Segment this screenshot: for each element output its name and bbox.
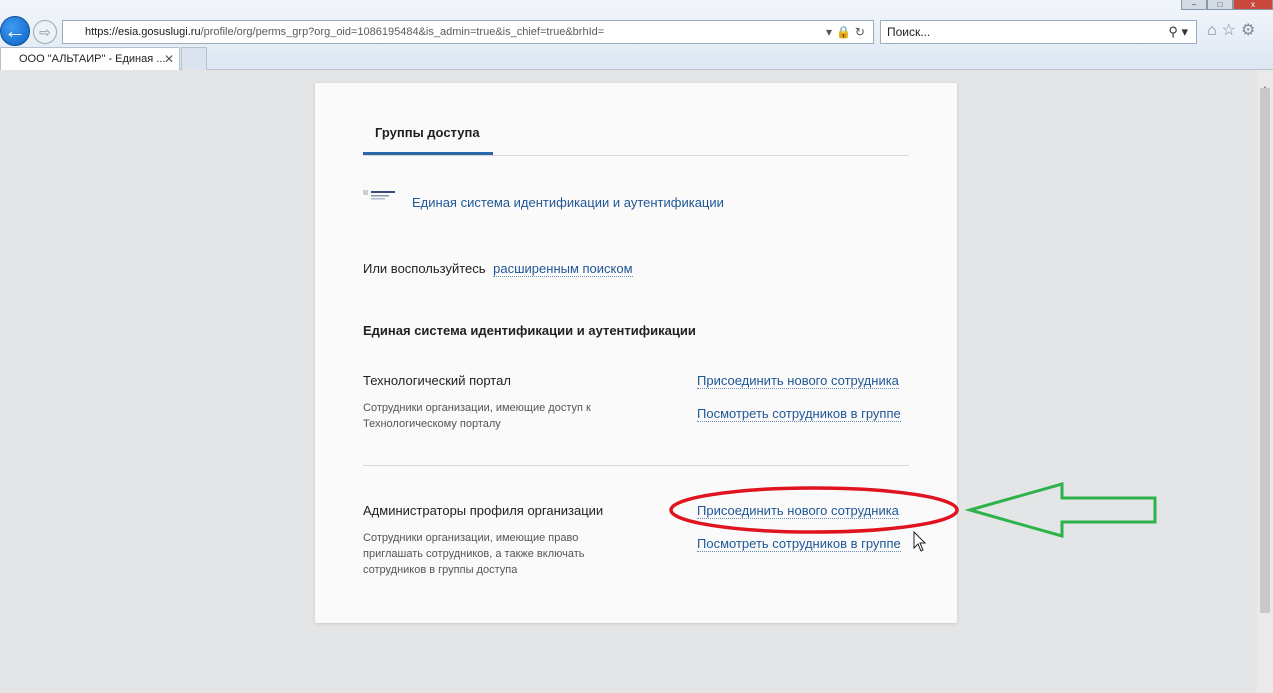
add-employee-link: Присоединить нового сотрудника [697,372,899,390]
group-divider [363,465,909,466]
close-window-button[interactable]: x [1233,0,1273,10]
arrow-right-icon: ⇨ [39,24,51,40]
system-link[interactable]: Единая система идентификации и аутентифи… [412,195,724,210]
minimize-button[interactable]: – [1181,0,1207,10]
page-viewport: Группы доступа Единая система идентифика… [0,70,1257,693]
advanced-search-prefix: Или воспользуйтесь [363,261,486,276]
close-icon[interactable]: ✕ [164,48,174,70]
view-employees-link: Посмотреть сотрудников в группе [697,405,901,423]
add-employee-button[interactable]: Присоединить нового сотрудника [697,503,899,519]
browser-tab[interactable]: ООО "АЛЬТАИР" - Единая ... ✕ [0,47,180,70]
tab-title: ООО "АЛЬТАИР" - Единая ... [19,53,166,65]
window-controls: – □ x [1181,0,1273,10]
url-path: /profile/org/perms_grp?org_oid=108619548… [200,26,605,38]
maximize-button[interactable]: □ [1207,0,1233,10]
new-tab-button[interactable] [181,47,207,70]
advanced-search-row: Или воспользуйтесь расширенным поиском [363,261,633,277]
search-placeholder: Поиск... [887,25,931,39]
address-tools[interactable]: ▾🔒↻ [826,21,869,43]
search-icon[interactable]: ⚲ ▾ [1168,21,1188,43]
section-title: Единая система идентификации и аутентифи… [363,323,696,338]
system-logo-icon [363,190,395,200]
group-description: Сотрудники организации, имеющие доступ к… [363,402,591,430]
access-groups-card: Группы доступа Единая система идентифика… [315,83,957,623]
arrow-left-icon: ← [4,18,26,43]
view-employees-link: Посмотреть сотрудников в группе [697,535,901,553]
vertical-scrollbar[interactable]: ▲ [1257,70,1273,693]
group-name: Администраторы профиля организации [363,503,604,518]
url-host: https://esia.gosuslugi.ru [85,26,201,38]
view-employees-button[interactable]: Посмотреть сотрудников в группе [697,536,901,552]
group-name: Технологический портал [363,373,511,388]
forward-button[interactable]: ⇨ [33,20,57,44]
search-input[interactable]: Поиск... ⚲ ▾ [880,20,1197,44]
tab-divider [363,155,909,156]
pointer-arrow-icon [964,482,1157,538]
address-bar[interactable]: https://esia.gosuslugi.ru/profile/org/pe… [62,20,874,44]
view-employees-button[interactable]: Посмотреть сотрудников в группе [697,406,901,422]
advanced-search-link[interactable]: расширенным поиском [493,261,633,277]
tab-access-groups[interactable]: Группы доступа [375,125,480,140]
scroll-thumb[interactable] [1260,88,1270,613]
add-employee-link: Присоединить нового сотрудника [697,502,899,520]
browser-chrome: ← ⇨ https://esia.gosuslugi.ru/profile/or… [0,0,1273,70]
group-description: Сотрудники организации, имеющие право пр… [363,532,585,576]
toolbar-icons[interactable]: ⌂☆⚙ [1207,20,1260,40]
back-button[interactable]: ← [0,16,30,46]
add-employee-button[interactable]: Присоединить нового сотрудника [697,373,899,389]
